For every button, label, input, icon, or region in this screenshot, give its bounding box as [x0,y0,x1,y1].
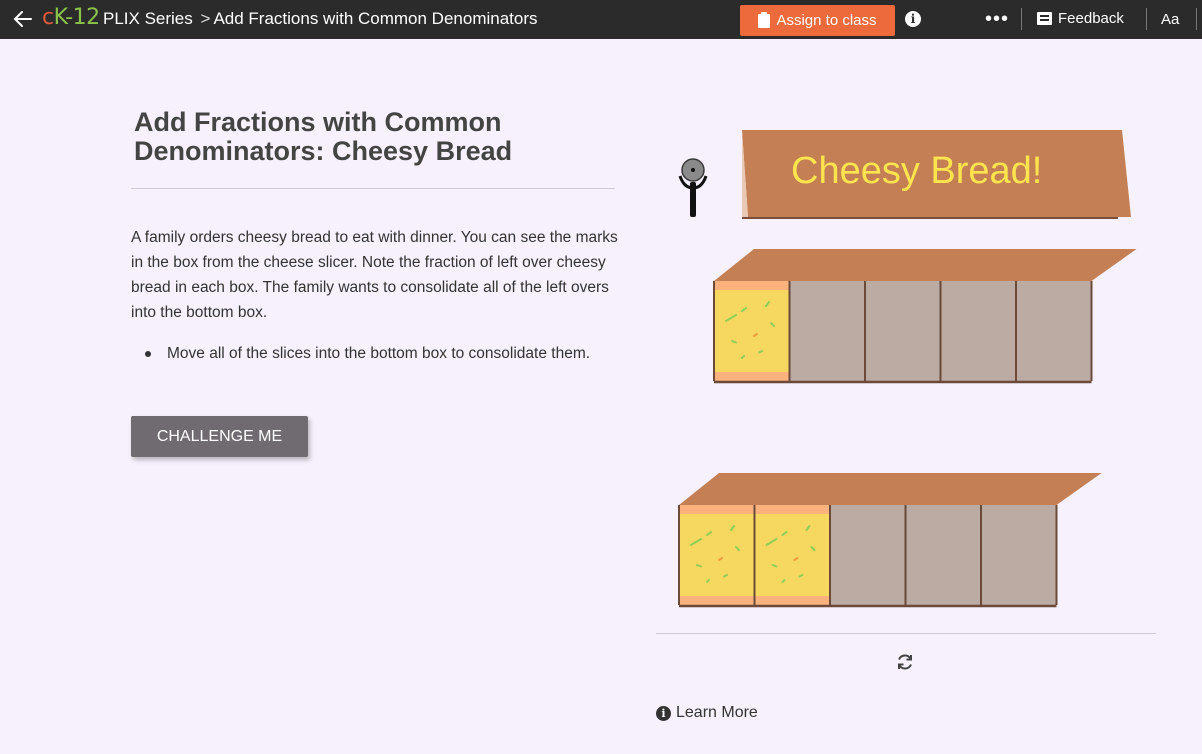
breadcrumb-series[interactable]: PLIX Series [103,9,193,28]
cheesy-bread-interactive: Cheesy Bread! [678,130,1137,608]
top-bread-box [713,249,1137,384]
bullet-dot [145,351,151,357]
empty-slot [788,281,865,381]
bottom-bread-box [678,473,1102,608]
clipboard-icon [758,11,771,28]
problem-description: A family orders cheesy bread to eat with… [131,229,618,321]
cheesy-bread-slice[interactable] [753,505,831,605]
feedback-label: Feedback [1058,10,1124,27]
empty-slot [864,281,941,381]
box-lid [679,473,1102,505]
box-lid [714,249,1137,281]
breadcrumb: PLIX Series > Add Fractions with Common D… [103,9,538,29]
learn-more-label: Learn More [676,704,758,721]
cheesy-bread-slice[interactable] [678,505,755,605]
assign-label: Assign to class [776,12,877,29]
reset-icon[interactable] [895,652,915,672]
empty-slot [1015,281,1092,381]
font-size-button[interactable]: Aa [1161,11,1179,28]
divider [1196,8,1197,30]
feedback-button[interactable]: Feedback [1037,10,1124,27]
empty-slot [904,505,981,605]
instruction-item: Move all of the slices into the bottom b… [145,341,615,366]
more-options-button[interactable]: ••• [985,8,1009,31]
challenge-me-button[interactable]: CHALLENGE ME [131,416,308,457]
cheesy-bread-slice[interactable] [713,281,790,381]
breadcrumb-page: Add Fractions with Common Denominators [213,9,538,28]
empty-slot [939,281,1016,381]
title-divider [131,188,615,189]
ck12-logo[interactable]: cK-12 [42,5,100,30]
top-nav-bar: cK-12 PLIX Series > Add Fractions with Co… [0,0,1202,39]
sign-text: Cheesy Bread! [791,150,1042,192]
breadcrumb-separator: > [200,9,211,28]
divider [1146,8,1147,30]
instruction-text: Move all of the slices into the bottom b… [167,345,591,362]
info-icon[interactable]: i [905,11,921,27]
pizza-cutter-icon[interactable] [678,158,708,217]
assign-to-class-button[interactable]: Assign to class [740,5,895,36]
back-arrow-icon[interactable] [12,8,34,30]
title-sign: Cheesy Bread! [742,130,1131,219]
feedback-icon [1037,12,1052,25]
page-title: Add Fractions with Common Denominators: … [134,107,513,166]
empty-slot [980,505,1057,605]
interactive-divider [656,633,1156,634]
empty-slot [829,505,906,605]
divider [1021,8,1022,30]
learn-more-link[interactable]: i Learn More [656,704,758,722]
info-icon: i [656,705,671,721]
